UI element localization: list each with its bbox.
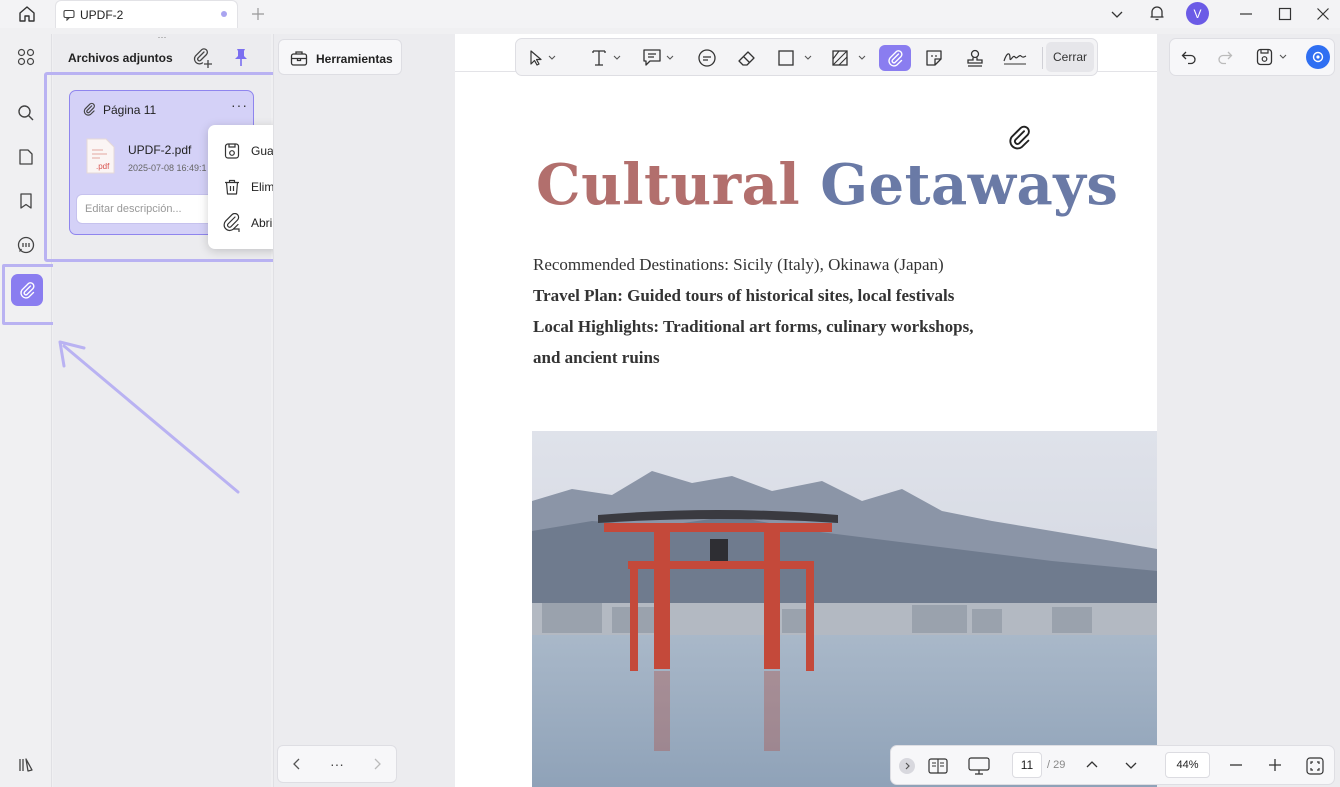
pin-icon[interactable] bbox=[231, 47, 251, 69]
file-type-label: .pdf bbox=[96, 162, 110, 171]
eraser-tool-icon[interactable] bbox=[734, 45, 760, 71]
document-title: Cultural Getaways bbox=[536, 152, 1118, 218]
avatar[interactable]: V bbox=[1186, 2, 1209, 25]
layers-icon[interactable] bbox=[11, 750, 41, 780]
fit-page-icon[interactable] bbox=[1305, 756, 1325, 776]
comments-icon[interactable] bbox=[11, 230, 41, 260]
right-toolbar bbox=[1169, 38, 1335, 76]
rectangle-tool-icon[interactable] bbox=[774, 45, 818, 71]
attachment-annotation-icon[interactable] bbox=[1006, 124, 1032, 150]
area-highlight-tool-icon[interactable] bbox=[828, 45, 872, 71]
zoom-level-input[interactable]: 44% bbox=[1165, 752, 1210, 778]
pages-icon[interactable] bbox=[11, 142, 41, 172]
panel-resize-handle[interactable]: ··· bbox=[153, 33, 171, 42]
page-number-input[interactable]: 11 bbox=[1012, 752, 1042, 778]
collapse-chevron-icon[interactable] bbox=[899, 758, 915, 774]
tools-label: Herramientas bbox=[316, 52, 393, 66]
annotation-toolbar bbox=[515, 38, 1098, 76]
open-attachment-icon bbox=[222, 213, 242, 233]
pdf-file-icon: .pdf bbox=[85, 138, 115, 174]
document-tab[interactable]: UPDF-2 bbox=[55, 0, 238, 28]
pager-more-label[interactable]: ··· bbox=[330, 756, 344, 772]
paperclip-icon bbox=[18, 281, 36, 299]
zoom-in-icon[interactable] bbox=[1268, 758, 1282, 772]
redo-icon[interactable] bbox=[1216, 48, 1234, 66]
text-tool-icon[interactable] bbox=[588, 45, 626, 71]
attachment-file-name: UPDF-2.pdf bbox=[128, 143, 192, 157]
zoom-out-icon[interactable] bbox=[1229, 758, 1243, 772]
trash-icon bbox=[222, 177, 242, 197]
panel-title: Archivos adjuntos bbox=[68, 51, 173, 65]
ai-assistant-icon[interactable] bbox=[1306, 45, 1330, 69]
tools-column bbox=[273, 34, 455, 787]
sticker-tool-icon[interactable] bbox=[921, 45, 947, 71]
new-tab-plus-icon[interactable] bbox=[249, 5, 267, 23]
note-tool-icon[interactable] bbox=[640, 45, 678, 71]
presentation-icon[interactable] bbox=[967, 756, 991, 776]
reading-mode-icon[interactable] bbox=[927, 756, 949, 776]
bell-icon[interactable] bbox=[1147, 3, 1167, 23]
title-bar: UPDF-2 V bbox=[0, 0, 1340, 28]
attachment-page-label: Página 11 bbox=[103, 103, 157, 117]
minimize-icon[interactable] bbox=[1236, 4, 1256, 24]
save-icon bbox=[222, 141, 242, 161]
attachment-tool-icon[interactable] bbox=[879, 45, 911, 71]
more-options-icon[interactable]: ··· bbox=[231, 97, 248, 113]
attachment-file-date: 2025-07-08 16:49:1 bbox=[128, 163, 207, 173]
undo-icon[interactable] bbox=[1180, 48, 1198, 66]
page-navigation-bar bbox=[890, 745, 1335, 785]
tutorial-arrow bbox=[50, 330, 250, 500]
add-attachment-icon[interactable] bbox=[192, 47, 214, 69]
comment-bubble-tool-icon[interactable] bbox=[694, 45, 720, 71]
panel-pager: ··· bbox=[277, 745, 397, 783]
thumbnails-grid-icon[interactable] bbox=[11, 42, 41, 72]
comment-icon bbox=[62, 8, 76, 22]
select-tool-icon[interactable] bbox=[526, 45, 562, 71]
toolbar-divider bbox=[1042, 47, 1043, 69]
toolbox-icon bbox=[290, 49, 308, 67]
close-icon[interactable] bbox=[1313, 4, 1333, 24]
tools-button[interactable]: Herramientas bbox=[278, 39, 402, 75]
document-line-2: Travel Plan: Guided tours of historical … bbox=[533, 286, 955, 305]
attachment-rail-button[interactable] bbox=[11, 274, 43, 306]
chevron-left-icon[interactable] bbox=[291, 757, 303, 771]
stamp-tool-icon[interactable] bbox=[962, 45, 988, 71]
bookmark-icon[interactable] bbox=[11, 186, 41, 216]
search-icon[interactable] bbox=[11, 98, 41, 128]
save-icon[interactable] bbox=[1256, 48, 1290, 66]
home-icon[interactable] bbox=[16, 4, 38, 24]
document-line-3: Local Highlights: Traditional art forms,… bbox=[533, 317, 974, 336]
torii-gate-photo bbox=[532, 431, 1157, 787]
title-word-2: Getaways bbox=[820, 152, 1119, 218]
paperclip-icon bbox=[82, 102, 96, 116]
previous-page-icon[interactable] bbox=[1085, 758, 1099, 772]
chevron-right-icon[interactable] bbox=[371, 757, 383, 771]
chevron-down-icon[interactable] bbox=[1108, 5, 1126, 23]
close-toolbar-button[interactable]: Cerrar bbox=[1046, 42, 1094, 72]
title-word-1: Cultural bbox=[536, 152, 801, 218]
document-line-1: Recommended Destinations: Sicily (Italy)… bbox=[533, 255, 944, 274]
document-line-4: and ancient ruins bbox=[533, 348, 660, 367]
right-panel bbox=[1157, 34, 1340, 787]
next-page-icon[interactable] bbox=[1124, 758, 1138, 772]
page-total: / 29 bbox=[1047, 759, 1066, 771]
signature-tool-icon[interactable] bbox=[1000, 45, 1030, 71]
tab-title: UPDF-2 bbox=[80, 8, 124, 22]
maximize-icon[interactable] bbox=[1275, 4, 1295, 24]
unsaved-dot bbox=[221, 11, 227, 17]
